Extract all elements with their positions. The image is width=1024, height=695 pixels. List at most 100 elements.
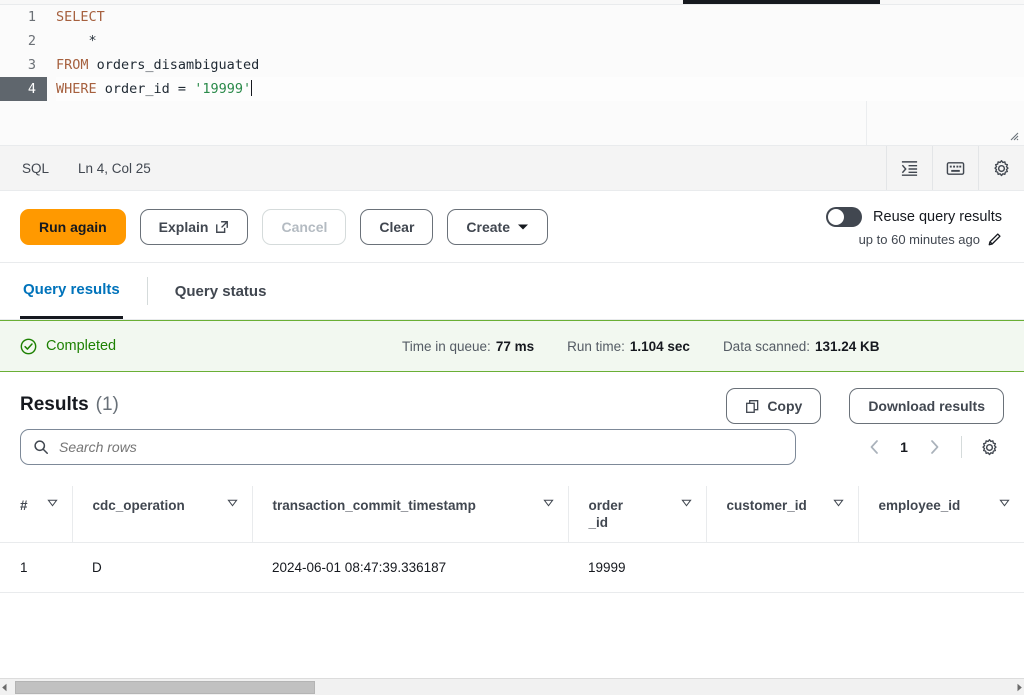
copy-icon [745,399,760,414]
results-table-body: 1 D 2024-06-01 08:47:39.336187 19999 [0,542,1024,593]
column-label: order_id [588,498,624,530]
clear-button[interactable]: Clear [360,208,434,245]
metric-label: Data scanned: [722,338,810,354]
sort-icon[interactable] [46,497,58,508]
metric-data-scanned: Data scanned: 131.24 KB [723,339,880,354]
cell-employee-id [858,542,1024,593]
cell-transaction-commit-timestamp: 2024-06-01 08:47:39.336187 [252,542,568,593]
create-button-label: Create [466,218,511,235]
results-table: # cdc_operation transaction_commit_times… [0,486,1024,593]
create-button[interactable]: Create [447,208,549,245]
resize-grip-icon[interactable] [1007,129,1019,141]
results-table-container[interactable]: # cdc_operation transaction_commit_times… [0,486,1024,593]
sort-icon[interactable] [832,497,844,508]
reuse-query-results-control: Reuse query results up to 60 minutes ago [826,207,1002,247]
results-header: Results (1) Copy Download results [0,372,1024,424]
tab-query-status[interactable]: Query status [172,263,270,319]
results-filter-row: 1 [0,416,1024,465]
line-number: 3 [27,57,36,73]
toggle-knob [828,209,845,225]
column-header-order-id[interactable]: order_id [568,486,707,543]
code-line-4: WHERE order_id = '19999' [56,77,1024,101]
copy-button-label: Copy [767,398,803,414]
keyboard-shortcuts-icon[interactable] [932,146,978,190]
query-action-bar: Run again Explain Cancel Clear Create Re… [0,191,1024,263]
sort-icon[interactable] [542,497,554,508]
cell-cdc-operation: D [72,542,252,593]
scroll-left-arrow-icon[interactable] [0,683,9,692]
column-label: employee_id [878,498,961,513]
editor-status-bar: SQL Ln 4, Col 25 [0,146,1024,191]
cell-customer-id [706,542,858,593]
sort-icon[interactable] [680,497,692,508]
sql-editor[interactable]: 1 2 3 4 SELECT * FROM orders_disambiguat… [0,5,1024,146]
cancel-button: Cancel [262,208,347,245]
metric-time-in-queue: Time in queue: 77 ms [402,339,534,354]
scroll-right-arrow-icon[interactable] [1015,683,1024,692]
editor-line-numbers: 1 2 3 4 [0,5,47,101]
sql-text: orders_disambiguated [88,57,260,73]
column-header-employee-id[interactable]: employee_id [858,486,1024,543]
format-indent-icon[interactable] [886,146,932,190]
table-header-row: # cdc_operation transaction_commit_times… [0,486,1024,543]
active-tab-indicator [683,0,880,4]
explain-button[interactable]: Explain [139,208,249,245]
column-label: cdc_operation [92,498,185,513]
check-circle-icon [20,338,37,355]
search-rows-input[interactable] [59,439,783,455]
editor-language-label: SQL [22,160,50,176]
chevron-right-icon[interactable] [919,432,949,462]
reuse-duration-label: up to 60 minutes ago [858,232,980,247]
pencil-icon[interactable] [987,232,1002,247]
sql-keyword: FROM [56,57,89,73]
metric-value: 1.104 sec [629,338,690,354]
chevron-left-icon[interactable] [859,432,889,462]
code-line-2: * [56,29,1024,53]
sort-icon[interactable] [226,497,238,508]
code-line-1: SELECT [56,5,1024,29]
results-pagination: 1 [859,432,1004,462]
search-icon [33,439,49,455]
reuse-query-results-toggle[interactable] [826,207,863,227]
metric-run-time: Run time: 1.104 sec [567,339,690,354]
external-link-icon [215,220,229,234]
column-header-cdc-operation[interactable]: cdc_operation [72,486,253,543]
metric-label: Time in queue: [402,338,491,354]
results-tab-bar: Query results Query status [0,263,1024,320]
reuse-query-results-label: Reuse query results [873,209,1002,225]
scrollbar-track[interactable] [9,680,1015,694]
query-status-banner: Completed Time in queue: 77 ms Run time: 1… [0,320,1024,372]
text-caret [251,80,253,96]
editor-toolbar-icons [886,146,1024,190]
tab-query-results[interactable]: Query results [20,263,123,319]
metric-value: 77 ms [495,338,535,354]
status-text: Completed [46,338,117,354]
table-row[interactable]: 1 D 2024-06-01 08:47:39.336187 19999 [0,542,1024,593]
metric-value: 131.24 KB [815,338,880,354]
query-metrics: Time in queue: 77 ms Run time: 1.104 sec D… [402,339,880,354]
sql-text: * [56,33,97,49]
line-number-active: 4 [0,77,47,101]
horizontal-scrollbar[interactable] [0,678,1024,695]
editor-code-area[interactable]: SELECT * FROM orders_disambiguated WHERE… [47,5,1024,101]
metric-label: Run time: [567,338,625,354]
line-number: 1 [27,9,36,25]
sql-keyword: WHERE [56,81,97,97]
search-rows-box[interactable] [20,429,796,465]
chevron-down-icon [517,223,529,231]
run-again-button[interactable]: Run again [20,208,126,245]
gear-icon[interactable] [978,146,1024,190]
column-header-row-number[interactable]: # [0,486,73,543]
table-preferences-gear-icon[interactable] [974,432,1004,462]
tab-divider [146,277,148,305]
sql-string: '19999' [194,81,252,97]
sort-icon[interactable] [998,497,1010,508]
column-header-customer-id[interactable]: customer_id [706,486,859,543]
column-header-transaction-commit-timestamp[interactable]: transaction_commit_timestamp [252,486,569,543]
page-number-1[interactable]: 1 [893,439,915,455]
scrollbar-thumb[interactable] [15,680,315,694]
results-table-head: # cdc_operation transaction_commit_times… [0,486,1024,543]
explain-button-label: Explain [158,218,209,235]
column-label: # [20,498,28,513]
code-line-3: FROM orders_disambiguated [56,53,1024,77]
